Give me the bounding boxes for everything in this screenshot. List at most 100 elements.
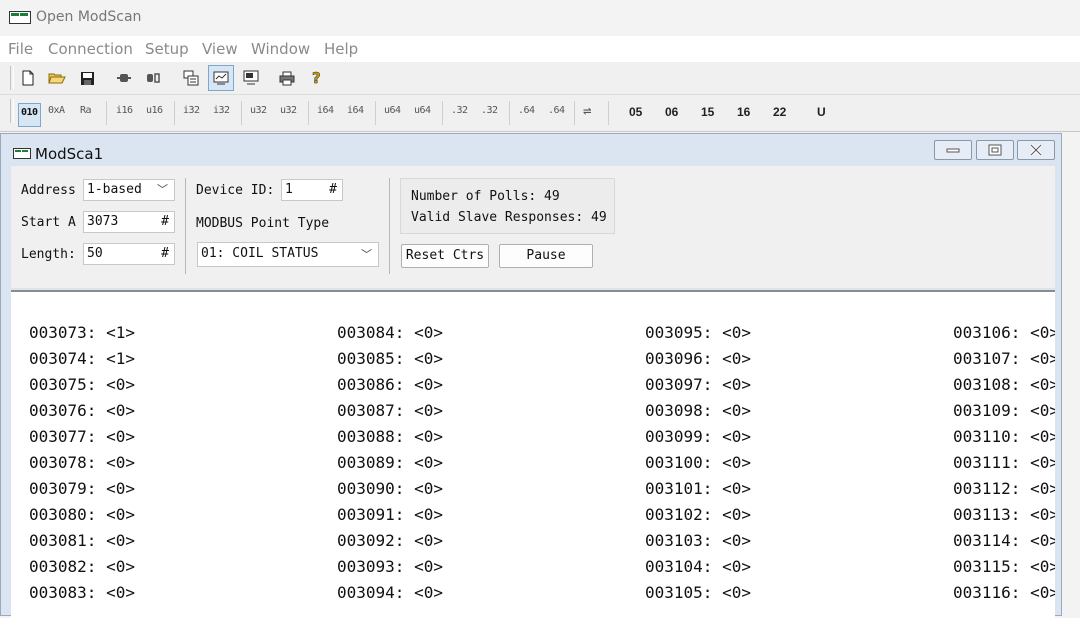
coil-row[interactable]: 003109: <0> (953, 398, 1055, 424)
format-int32-swapped-button[interactable]: i32 (213, 105, 230, 121)
coil-row[interactable]: 003076: <0> (29, 398, 135, 424)
coil-row[interactable]: 003089: <0> (337, 450, 443, 476)
app-title-bar: Open ModScan (0, 0, 1080, 36)
print-icon[interactable] (276, 67, 298, 89)
format-int16-button[interactable]: i16 (116, 105, 133, 121)
format-uint64-button[interactable]: u64 (384, 105, 401, 121)
coil-row[interactable]: 003074: <1> (29, 346, 135, 372)
coil-row[interactable]: 003092: <0> (337, 528, 443, 554)
length-input[interactable]: 50 # (83, 243, 175, 265)
coil-row[interactable]: 003108: <0> (953, 372, 1055, 398)
coil-row[interactable]: 003080: <0> (29, 502, 135, 528)
coil-row[interactable]: 003115: <0> (953, 554, 1055, 580)
coil-row[interactable]: 003106: <0> (953, 320, 1055, 346)
reset-counters-button[interactable]: Reset Ctrs (401, 244, 489, 268)
coil-row[interactable]: 003091: <0> (337, 502, 443, 528)
format-float32-swapped-button[interactable]: .32 (481, 105, 498, 121)
format-uint32-swapped-button[interactable]: u32 (280, 105, 297, 121)
coil-row[interactable]: 003104: <0> (645, 554, 751, 580)
menu-setup[interactable]: Setup (145, 40, 189, 58)
coil-row[interactable]: 003088: <0> (337, 424, 443, 450)
coil-row[interactable]: 003084: <0> (337, 320, 443, 346)
format-hex-button[interactable]: 0xA (48, 105, 65, 121)
device-id-input[interactable]: 1 # (281, 179, 343, 201)
data-column-4: 003106: <0> 003107: <0> 003108: <0> 0031… (953, 320, 1055, 606)
coil-row[interactable]: 003095: <0> (645, 320, 751, 346)
coil-row[interactable]: 003102: <0> (645, 502, 751, 528)
fc16-button[interactable]: 16 (737, 105, 750, 119)
coil-row[interactable]: 003111: <0> (953, 450, 1055, 476)
open-folder-icon[interactable] (46, 67, 68, 89)
user-function-button[interactable]: U (817, 105, 826, 119)
save-icon[interactable] (76, 67, 98, 89)
coil-row[interactable]: 003087: <0> (337, 398, 443, 424)
coil-row[interactable]: 003112: <0> (953, 476, 1055, 502)
coil-row[interactable]: 003082: <0> (29, 554, 135, 580)
format-float64-swapped-button[interactable]: .64 (548, 105, 565, 121)
maximize-button[interactable] (976, 140, 1014, 160)
address-mode-select[interactable]: 1-based ﹀ (83, 179, 175, 201)
fc05-button[interactable]: 05 (629, 105, 642, 119)
coil-row[interactable]: 003107: <0> (953, 346, 1055, 372)
coil-row[interactable]: 003086: <0> (337, 372, 443, 398)
coil-row[interactable]: 003103: <0> (645, 528, 751, 554)
new-file-icon[interactable] (17, 67, 39, 89)
pause-button[interactable]: Pause (499, 244, 593, 268)
coil-row[interactable]: 003098: <0> (645, 398, 751, 424)
coil-row[interactable]: 003100: <0> (645, 450, 751, 476)
disconnect-icon[interactable] (142, 67, 164, 89)
fc15-button[interactable]: 15 (701, 105, 714, 119)
format-ascii-button[interactable]: Ra (80, 105, 92, 121)
format-uint16-button[interactable]: u16 (146, 105, 163, 121)
fc06-button[interactable]: 06 (665, 105, 678, 119)
point-type-select[interactable]: 01: COIL STATUS ﹀ (197, 242, 379, 267)
connect-icon[interactable] (113, 67, 135, 89)
device-id-label: Device ID: (196, 183, 275, 198)
help-icon[interactable]: ? (306, 67, 328, 89)
menu-connection[interactable]: Connection (48, 40, 133, 58)
coil-row[interactable]: 003093: <0> (337, 554, 443, 580)
format-int32-button[interactable]: i32 (183, 105, 200, 121)
coil-row[interactable]: 003101: <0> (645, 476, 751, 502)
menu-help[interactable]: Help (324, 40, 358, 58)
menu-window[interactable]: Window (251, 40, 310, 58)
coil-row[interactable]: 003081: <0> (29, 528, 135, 554)
start-address-label: Start A (21, 215, 76, 230)
data-view-icon[interactable] (208, 65, 234, 91)
coil-row[interactable]: 003083: <0> (29, 580, 135, 606)
coil-row[interactable]: 003094: <0> (337, 580, 443, 606)
menu-file[interactable]: File (8, 40, 33, 58)
fc22-button[interactable]: 22 (773, 105, 786, 119)
format-int64-swapped-button[interactable]: i64 (347, 105, 364, 121)
coil-row[interactable]: 003085: <0> (337, 346, 443, 372)
format-binary-button[interactable]: 010 (18, 103, 41, 127)
coil-row[interactable]: 003075: <0> (29, 372, 135, 398)
coil-row[interactable]: 003097: <0> (645, 372, 751, 398)
byte-order-swap-icon[interactable]: ⇌ (583, 103, 591, 119)
menu-view[interactable]: View (202, 40, 238, 58)
coil-row[interactable]: 003078: <0> (29, 450, 135, 476)
format-int64-button[interactable]: i64 (317, 105, 334, 121)
traffic-monitor-icon[interactable] (240, 67, 262, 89)
close-button[interactable] (1017, 140, 1055, 160)
coil-row[interactable]: 003079: <0> (29, 476, 135, 502)
format-uint64-swapped-button[interactable]: u64 (414, 105, 431, 121)
coil-row[interactable]: 003113: <0> (953, 502, 1055, 528)
display-options-icon[interactable] (180, 67, 202, 89)
coil-row[interactable]: 003105: <0> (645, 580, 751, 606)
format-uint32-button[interactable]: u32 (250, 105, 267, 121)
panel-divider (389, 178, 390, 274)
format-float64-button[interactable]: .64 (518, 105, 535, 121)
start-address-input[interactable]: 3073 # (83, 211, 175, 233)
coil-row[interactable]: 003110: <0> (953, 424, 1055, 450)
coil-row[interactable]: 003090: <0> (337, 476, 443, 502)
toolbar-grip (10, 66, 14, 90)
coil-row[interactable]: 003073: <1> (29, 320, 135, 346)
format-float32-button[interactable]: .32 (451, 105, 468, 121)
coil-row[interactable]: 003099: <0> (645, 424, 751, 450)
coil-row[interactable]: 003116: <0> (953, 580, 1055, 606)
minimize-button[interactable] (934, 140, 972, 160)
coil-row[interactable]: 003077: <0> (29, 424, 135, 450)
coil-row[interactable]: 003114: <0> (953, 528, 1055, 554)
coil-row[interactable]: 003096: <0> (645, 346, 751, 372)
